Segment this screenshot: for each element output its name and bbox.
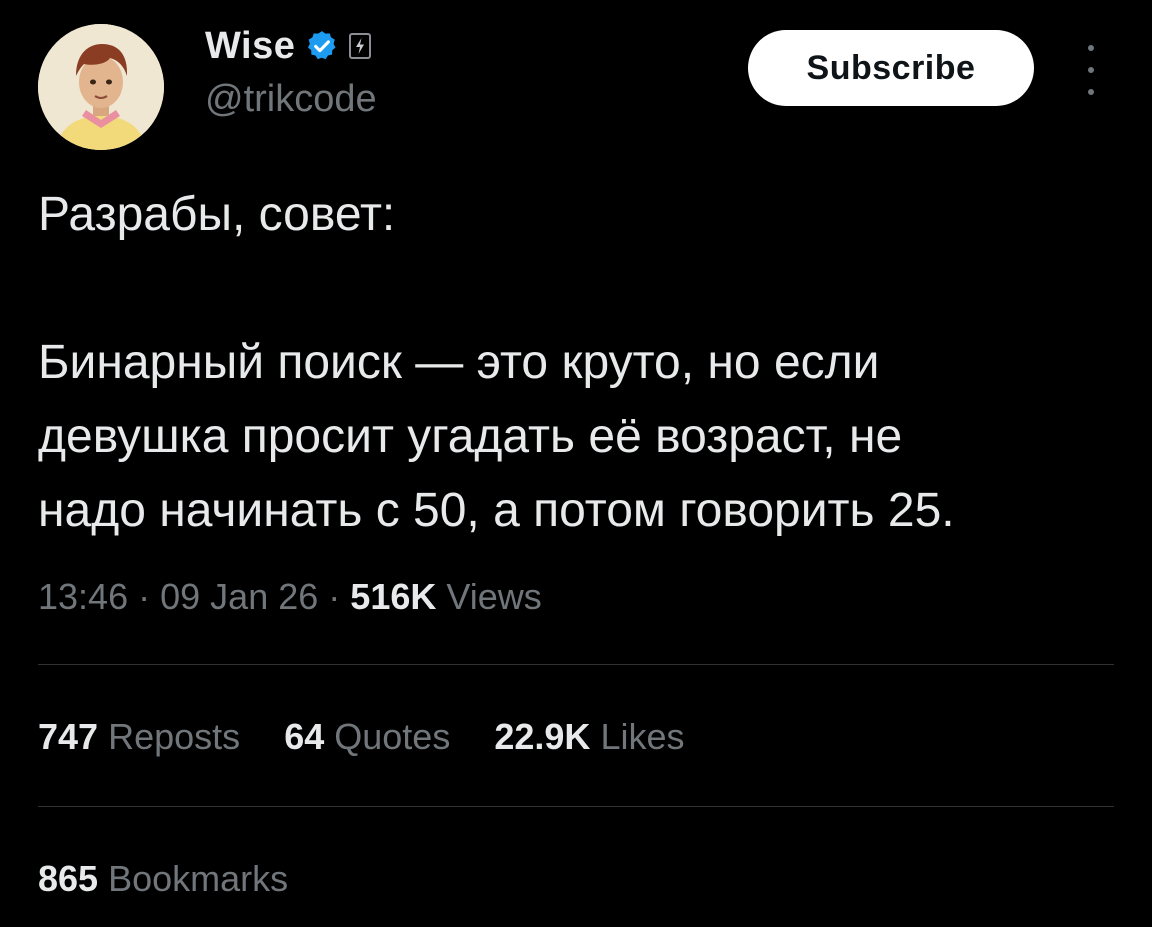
tweet-time[interactable]: 13:46: [38, 576, 128, 617]
author-handle[interactable]: @trikcode: [205, 78, 377, 121]
author-name-row: Wise: [205, 22, 372, 70]
likes-stat[interactable]: 22.9K Likes: [494, 716, 684, 757]
views-count: 516K: [350, 576, 437, 617]
tweet-date[interactable]: 09 Jan 26: [160, 576, 318, 617]
tweet-line: надо начинать с 50, а потом говорить 25.: [38, 484, 955, 537]
tweet-line: Разрабы, совет:: [38, 188, 396, 241]
likes-label: Likes: [600, 716, 685, 757]
author-display-name[interactable]: Wise: [205, 25, 295, 68]
tweet-text: Разрабы, совет: Бинарный поиск — это кру…: [38, 178, 1128, 548]
author-avatar[interactable]: [38, 24, 164, 150]
more-dot: [1088, 67, 1094, 73]
more-dot: [1088, 89, 1094, 95]
likes-count: 22.9K: [494, 716, 591, 757]
quotes-label: Quotes: [334, 716, 451, 757]
tweet-meta: 13:46 · 09 Jan 26 · 516K Views: [38, 576, 542, 618]
bookmarks-count: 865: [38, 858, 99, 899]
quotes-count: 64: [284, 716, 325, 757]
bookmarks-label: Bookmarks: [108, 858, 289, 899]
views-label: Views: [446, 576, 542, 617]
meta-separator: ·: [328, 576, 341, 617]
tweet-line: девушка просит угадать её возраст, не: [38, 410, 903, 463]
avatar-illustration: [38, 24, 164, 150]
reposts-count: 747: [38, 716, 99, 757]
engagement-stats: 747 Reposts 64 Quotes 22.9K Likes: [38, 716, 718, 758]
subscribe-button[interactable]: Subscribe: [748, 30, 1034, 106]
quotes-stat[interactable]: 64 Quotes: [284, 716, 460, 757]
tweet-line: Бинарный поиск — это круто, но если: [38, 336, 880, 389]
more-dot: [1088, 45, 1094, 51]
lightning-badge-icon[interactable]: [349, 33, 372, 59]
verified-badge-icon[interactable]: [305, 29, 339, 63]
divider: [38, 806, 1114, 807]
reposts-label: Reposts: [108, 716, 241, 757]
meta-separator: ·: [138, 576, 151, 617]
bookmarks-stat[interactable]: 865 Bookmarks: [38, 858, 288, 900]
more-vertical-icon[interactable]: [1076, 45, 1106, 95]
divider: [38, 664, 1114, 665]
reposts-stat[interactable]: 747 Reposts: [38, 716, 250, 757]
